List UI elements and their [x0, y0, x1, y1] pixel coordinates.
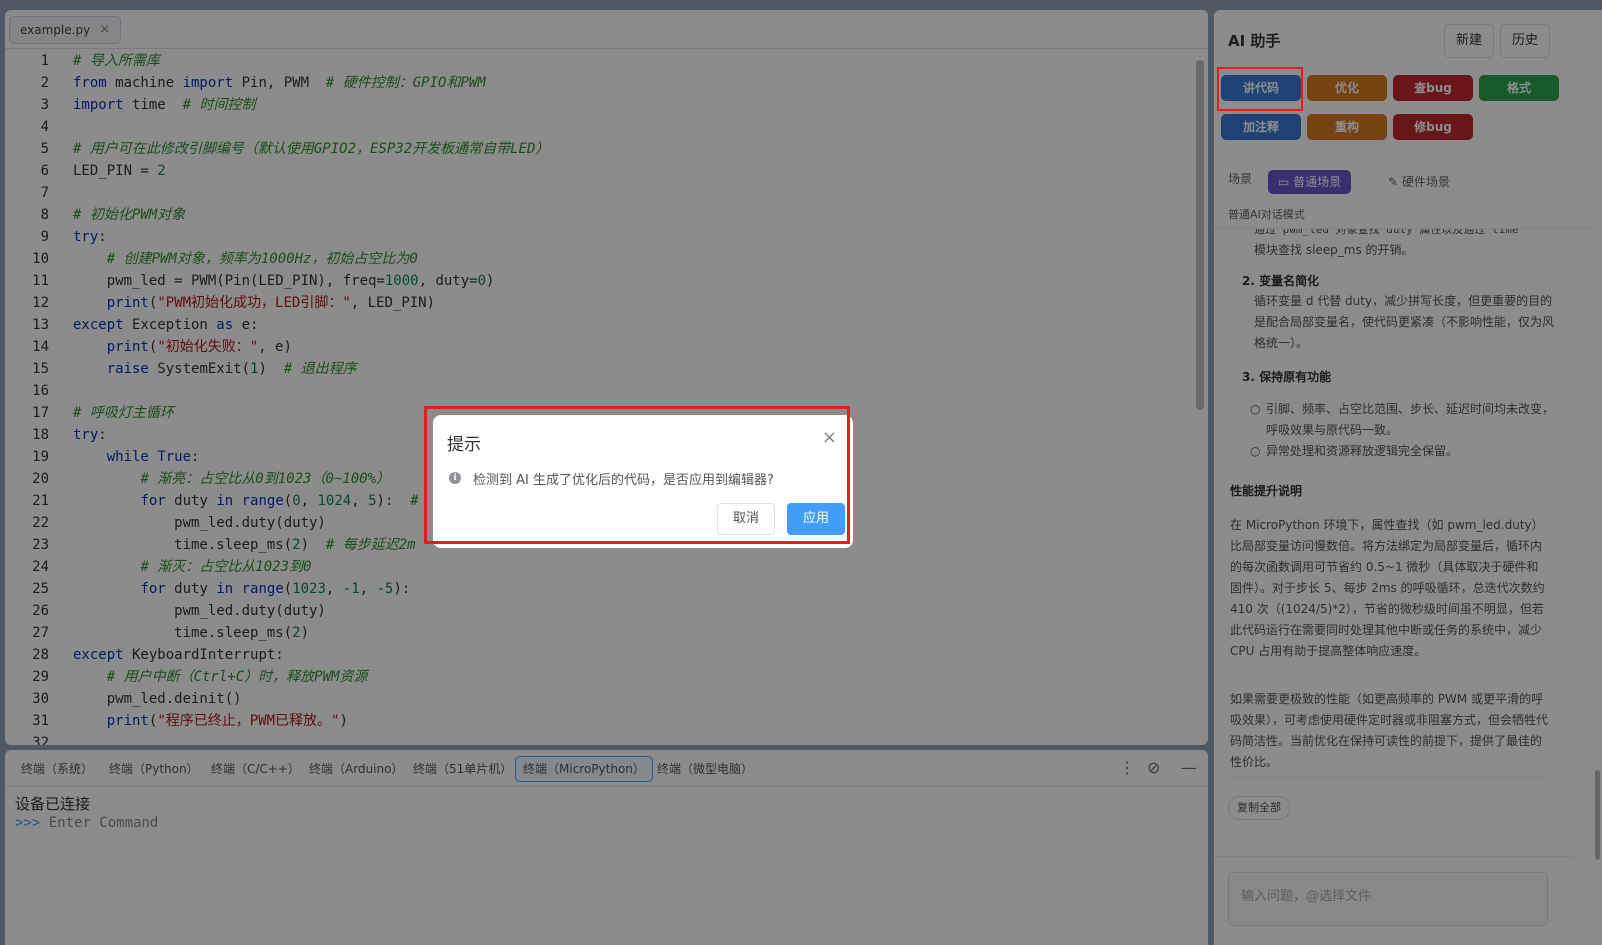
- highlight-box-dialog: [424, 406, 850, 544]
- highlight-box-explain: [1217, 67, 1303, 111]
